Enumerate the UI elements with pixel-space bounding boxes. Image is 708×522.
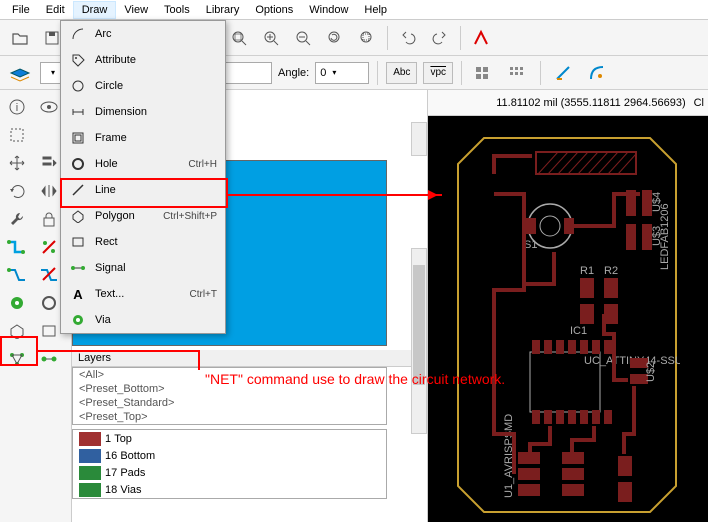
scrollbar[interactable] bbox=[411, 248, 427, 434]
polygon-tool[interactable] bbox=[2, 318, 32, 344]
dimension-icon bbox=[69, 105, 87, 119]
vpc-button[interactable]: vpc bbox=[423, 62, 453, 84]
layer-row: 1 Top bbox=[73, 430, 386, 447]
svg-text:S1: S1 bbox=[524, 239, 537, 251]
frame-icon bbox=[69, 131, 87, 145]
svg-text:LEDFAB1206: LEDFAB1206 bbox=[659, 203, 671, 270]
draw-arc[interactable]: Arc bbox=[61, 21, 225, 47]
menu-view[interactable]: View bbox=[116, 2, 156, 18]
net-tool[interactable] bbox=[2, 234, 32, 260]
svg-text:i: i bbox=[16, 102, 18, 114]
open-button[interactable] bbox=[6, 24, 34, 52]
layer-row: 17 Pads bbox=[73, 464, 386, 481]
line-icon bbox=[69, 183, 87, 197]
draw-rect[interactable]: Rect bbox=[61, 229, 225, 255]
menu-window[interactable]: Window bbox=[301, 2, 356, 18]
menu-draw[interactable]: Draw bbox=[73, 1, 117, 19]
route-tool[interactable] bbox=[2, 262, 32, 288]
layer-row: 18 Vias bbox=[73, 481, 386, 498]
wrench-tool[interactable] bbox=[2, 206, 32, 232]
layer-row: 16 Bottom bbox=[73, 447, 386, 464]
arc-icon bbox=[69, 27, 87, 41]
tag-icon bbox=[69, 53, 87, 67]
draw-via[interactable]: Via bbox=[61, 307, 225, 333]
menubar: File Edit Draw View Tools Library Option… bbox=[0, 0, 708, 20]
annotation-connector-v bbox=[198, 350, 200, 370]
draw-line[interactable]: Line bbox=[61, 177, 225, 203]
polygon-icon bbox=[69, 209, 87, 223]
angle-label: Angle: bbox=[278, 67, 309, 79]
menu-options[interactable]: Options bbox=[247, 2, 301, 18]
draw-text[interactable]: AText...Ctrl+T bbox=[61, 281, 225, 307]
layer-color-list[interactable]: 1 Top 16 Bottom 17 Pads 18 Vias bbox=[72, 429, 387, 499]
grid-small-button[interactable] bbox=[470, 59, 498, 87]
preset-standard: <Preset_Standard> bbox=[73, 396, 386, 410]
menu-file[interactable]: File bbox=[4, 2, 38, 18]
annotation-connector bbox=[38, 350, 198, 352]
svg-text:R2: R2 bbox=[604, 265, 618, 277]
info-tool[interactable]: i bbox=[2, 94, 32, 120]
layers-header: Layers bbox=[72, 350, 427, 367]
cancel-button[interactable] bbox=[467, 24, 495, 52]
abc-button[interactable]: Abc bbox=[386, 62, 417, 84]
svg-text:U$2: U$2 bbox=[645, 362, 657, 382]
signal-icon bbox=[69, 262, 87, 274]
draw-dimension[interactable]: Dimension bbox=[61, 99, 225, 125]
menu-library[interactable]: Library bbox=[198, 2, 248, 18]
zoom-fit-button[interactable] bbox=[225, 24, 253, 52]
draw-attribute[interactable]: Attribute bbox=[61, 47, 225, 73]
grid-large-button[interactable] bbox=[504, 59, 532, 87]
zoom-redraw-button[interactable] bbox=[321, 24, 349, 52]
rotate-tool[interactable] bbox=[2, 178, 32, 204]
pcb-viewport[interactable]: U$3 U$4 LEDFAB1206 S1 R1 R2 IC1 UC_ATTIN… bbox=[428, 116, 708, 522]
layer-display-button[interactable] bbox=[6, 59, 34, 87]
rect-icon bbox=[69, 235, 87, 249]
draw-hole[interactable]: HoleCtrl+H bbox=[61, 151, 225, 177]
select-tool[interactable] bbox=[2, 122, 32, 148]
svg-text:R1: R1 bbox=[580, 265, 594, 277]
menu-tools[interactable]: Tools bbox=[156, 2, 198, 18]
via-icon bbox=[69, 314, 87, 326]
move-tool[interactable] bbox=[2, 150, 32, 176]
angle-combo[interactable]: 0▾ bbox=[315, 62, 369, 84]
svg-text:IC1: IC1 bbox=[570, 325, 587, 337]
ratsnest-tool[interactable] bbox=[2, 346, 32, 372]
preset-top: <Preset_Top> bbox=[73, 410, 386, 424]
draw-signal[interactable]: Signal bbox=[61, 255, 225, 281]
menu-edit[interactable]: Edit bbox=[38, 2, 73, 18]
draw-polygon[interactable]: PolygonCtrl+Shift+P bbox=[61, 203, 225, 229]
miter-button[interactable] bbox=[549, 59, 577, 87]
menu-help[interactable]: Help bbox=[356, 2, 395, 18]
miter-round-button[interactable] bbox=[583, 59, 611, 87]
circle-icon bbox=[69, 79, 87, 93]
text-icon: A bbox=[69, 287, 87, 302]
zoom-in-button[interactable] bbox=[257, 24, 285, 52]
hole-icon bbox=[69, 157, 87, 171]
redo-button[interactable] bbox=[426, 24, 454, 52]
undo-button[interactable] bbox=[394, 24, 422, 52]
draw-circle[interactable]: Circle bbox=[61, 73, 225, 99]
zoom-select-button[interactable] bbox=[353, 24, 381, 52]
annotation-text: "NET" command use to draw the circuit ne… bbox=[205, 370, 505, 389]
draw-menu-dropdown: Arc Attribute Circle Dimension Frame Hol… bbox=[60, 20, 226, 334]
via-tool[interactable] bbox=[2, 290, 32, 316]
annotation-arrow bbox=[228, 194, 442, 196]
zoom-out-button[interactable] bbox=[289, 24, 317, 52]
draw-frame[interactable]: Frame bbox=[61, 125, 225, 151]
